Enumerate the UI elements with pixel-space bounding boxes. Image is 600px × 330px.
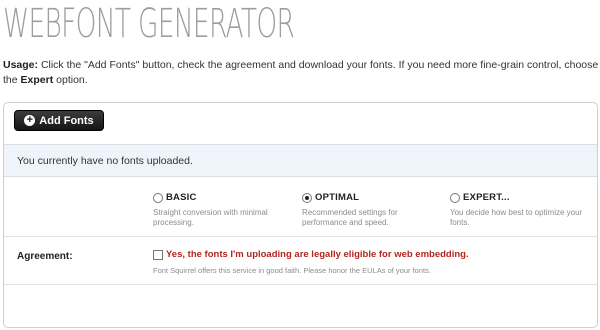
page-title: WEBFONT GENERATOR (3, 1, 295, 47)
agreement-label: Agreement: (17, 251, 73, 262)
agreement-note: Font Squirrel offers this service in goo… (153, 266, 431, 275)
expert-radio[interactable] (450, 192, 460, 203)
usage-instructions: Usage: Click the "Add Fonts" button, che… (3, 58, 599, 88)
basic-radio[interactable] (153, 192, 163, 203)
usage-expert-word: Expert (20, 74, 54, 86)
no-fonts-notice: You currently have no fonts uploaded. (4, 144, 597, 177)
mode-option-expert[interactable]: EXPERT... You decide how best to optimiz… (450, 191, 590, 227)
section-divider (4, 236, 597, 237)
generator-panel: + Add Fonts You currently have no fonts … (3, 102, 598, 328)
expert-label: EXPERT... (463, 192, 510, 203)
optimal-label: OPTIMAL (315, 192, 360, 203)
expert-description: You decide how best to optimize your fon… (450, 208, 583, 227)
optimal-description: Recommended settings for performance and… (302, 208, 398, 227)
plus-circle-icon: + (24, 115, 36, 126)
basic-label: BASIC (166, 192, 197, 203)
basic-description: Straight conversion with minimal process… (153, 208, 268, 227)
add-fonts-button[interactable]: + Add Fonts (14, 110, 104, 131)
add-fonts-label: Add Fonts (39, 114, 94, 127)
optimal-radio[interactable] (302, 192, 312, 203)
agreement-checkbox[interactable] (153, 249, 163, 260)
usage-text-part1: Click the "Add Fonts" button, check the … (3, 59, 599, 86)
mode-option-optimal[interactable]: OPTIMAL Recommended settings for perform… (302, 191, 442, 227)
mode-option-basic[interactable]: BASIC Straight conversion with minimal p… (153, 191, 293, 227)
agreement-checkbox-row[interactable]: Yes, the fonts I'm uploading are legally… (153, 249, 469, 260)
agreement-checkbox-text[interactable]: Yes, the fonts I'm uploading are legally… (166, 249, 469, 260)
usage-text-part2: option. (56, 74, 88, 86)
usage-label: Usage: (3, 59, 39, 71)
section-divider (4, 284, 597, 285)
